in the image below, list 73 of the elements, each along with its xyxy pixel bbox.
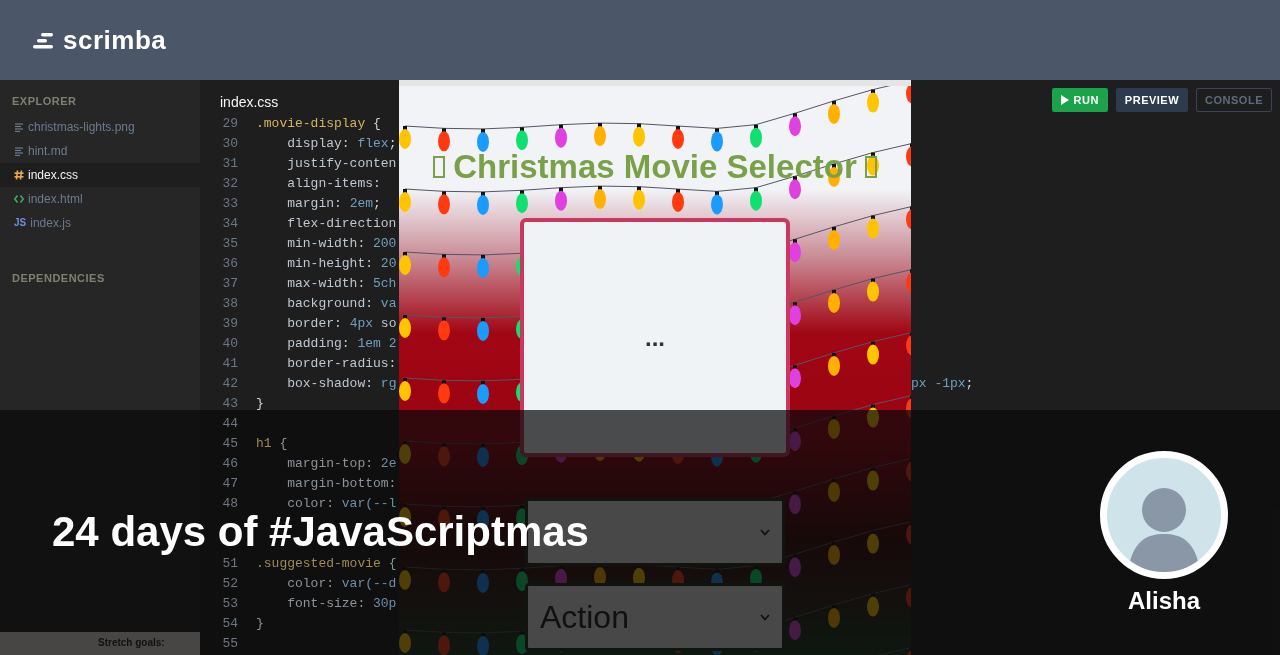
line-number: 35 [221,235,239,253]
section-heading: EXPLORER [11,94,78,109]
line-number: 41 [221,355,239,373]
code-line: min-height: 20 [286,255,397,273]
code-line: font-size: 30p [286,595,397,613]
line-number: 37 [221,275,239,293]
file-item[interactable]: hint.md [0,138,200,163]
line-number: 48 [221,495,239,513]
line-number: 36 [221,255,239,273]
line-number: 51 [221,555,239,573]
code-line: border-radius: [286,355,397,373]
line-number: 29 [221,115,239,133]
preview-button[interactable]: PREVIEW [1115,88,1189,112]
code-line: display: flex; [286,135,397,153]
hash-icon [14,169,24,180]
console-button[interactable]: CONSOLE [1196,88,1272,112]
caption-title: 24 days of #JavaScriptmas [52,511,589,553]
code-line: .suggested-movie { [256,555,397,573]
code-line: margin-top: 2e [286,455,397,473]
line-number: 30 [221,135,239,153]
code-line: color: var(--l [286,495,397,513]
code-line: color: var(--d [286,575,397,593]
line-number: 54 [221,615,239,633]
file-item[interactable]: index.html [0,186,200,211]
code-line: align-items: [286,175,381,193]
movie-text: ... [645,322,665,353]
js-icon: JS [14,215,27,230]
code-line: padding: 1em 2 [286,335,397,353]
line-number: 55 [221,635,239,653]
code-line: box-shadow: rg [286,375,397,393]
line-number: 39 [221,315,239,333]
missing-glyph-icon [433,156,446,178]
code-line: min-width: 200 [286,235,397,253]
code-line: margin: 2em; [286,195,381,213]
line-number: 46 [221,455,239,473]
missing-glyph-icon [864,156,877,178]
run-button[interactable]: RUN [1051,88,1108,112]
author-name: Alisha [1128,586,1200,616]
document-icon [14,145,24,156]
document-icon [14,121,24,132]
code-line: h1 { [256,435,288,453]
code-line: flex-direction [286,215,397,233]
logo-icon[interactable] [33,31,55,49]
line-number: 33 [221,195,239,213]
line-number: 31 [221,155,239,173]
code-line: justify-conten [286,155,397,173]
line-number: 43 [221,395,239,413]
line-number: 32 [221,175,239,193]
code-line: } [256,395,264,413]
code-icon [14,193,24,204]
code-line: background: va [286,295,397,313]
line-number: 44 [221,415,239,433]
section-heading: DEPENDENCIES [11,270,106,286]
line-number: 38 [221,295,239,313]
line-number: 42 [221,375,239,393]
code-line: } [256,615,264,633]
line-number: 45 [221,435,239,453]
logo-text[interactable]: scrimba [63,20,167,60]
code-line: border: 4px so [286,315,397,333]
file-item[interactable]: JS index.js [0,210,200,235]
code-line: margin-bottom: [286,475,397,493]
line-number: 34 [221,215,239,233]
line-number: 53 [221,595,239,613]
code-line: .movie-display { [256,115,381,133]
file-tab[interactable]: index.css [220,94,279,110]
line-number: 47 [221,475,239,493]
line-number: 40 [221,335,239,353]
code-line: max-width: 5ch [286,275,397,293]
file-item[interactable]: index.css [0,162,200,187]
file-item[interactable]: christmas-lights.png [0,114,200,139]
code-line: px -1px; [911,375,974,393]
play-icon [1060,95,1069,105]
line-number: 52 [221,575,239,593]
